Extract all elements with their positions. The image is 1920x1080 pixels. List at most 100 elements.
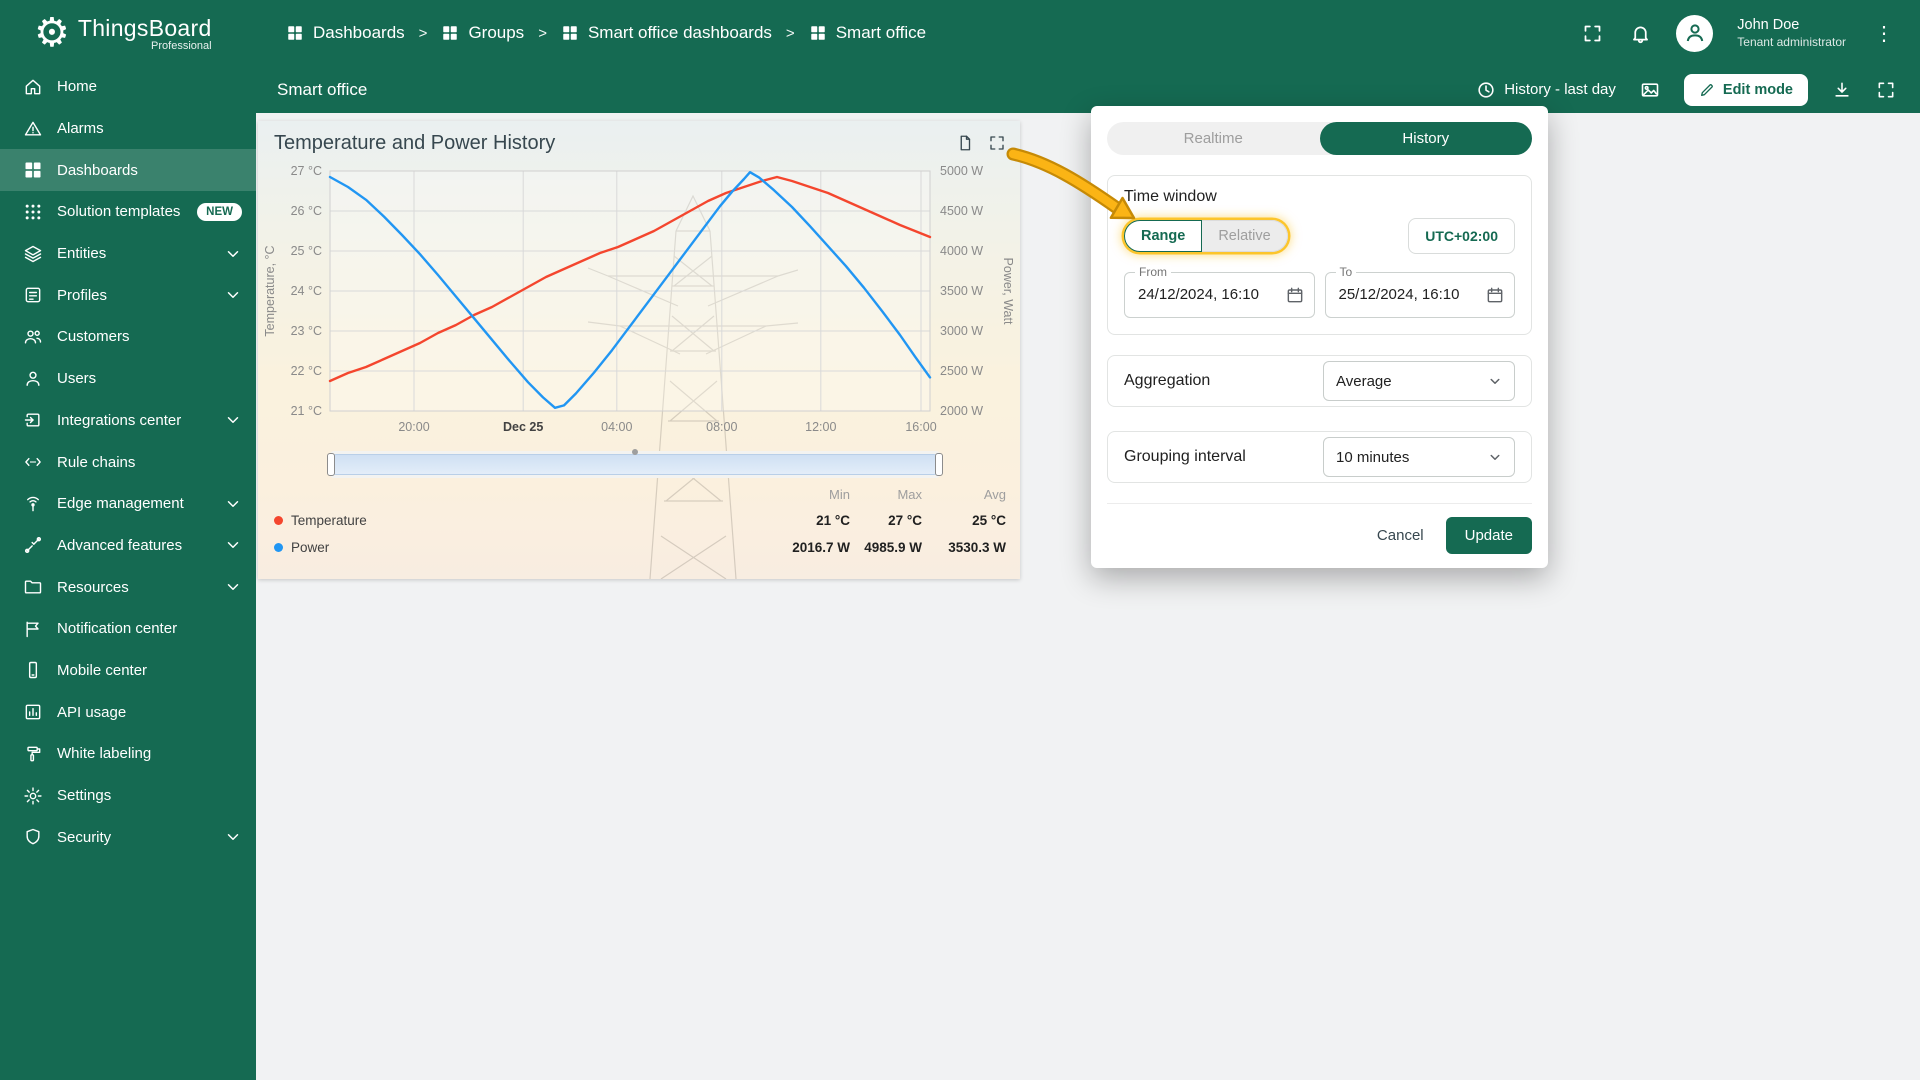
sidebar-item-mobile-center[interactable]: Mobile center: [0, 650, 256, 692]
sidebar-item-rule-chains[interactable]: Rule chains: [0, 441, 256, 483]
tab-history[interactable]: History: [1320, 122, 1533, 155]
svg-text:2500 W: 2500 W: [940, 364, 983, 378]
legend-dot-temperature: [274, 516, 283, 525]
user-info[interactable]: John Doe Tenant administrator: [1737, 16, 1846, 49]
power-avg: 3530.3 W: [922, 540, 1006, 555]
sidebar-item-notification-center[interactable]: Notification center: [0, 608, 256, 650]
from-date-field[interactable]: From 24/12/2024, 16:10: [1124, 272, 1315, 318]
grouping-interval-select[interactable]: 10 minutes: [1323, 437, 1515, 477]
dashboard-grid-icon: [286, 24, 304, 42]
legend-item-temperature[interactable]: Temperature: [274, 513, 758, 528]
sidebar-item-white-labeling[interactable]: White labeling: [0, 733, 256, 775]
folder-icon: [23, 577, 43, 597]
person-icon: [1683, 21, 1707, 45]
to-date-field[interactable]: To 25/12/2024, 16:10: [1325, 272, 1516, 318]
sidebar-item-advanced-features[interactable]: Advanced features: [0, 525, 256, 567]
timewindow-button[interactable]: History - last day: [1476, 80, 1616, 100]
widget-title: Temperature and Power History: [274, 132, 555, 155]
alarm-warning-icon: [23, 119, 43, 139]
phone-icon: [23, 660, 43, 680]
sidebar-item-edge-management[interactable]: Edge management: [0, 483, 256, 525]
chevron-down-icon: [224, 578, 242, 596]
calendar-icon[interactable]: [1485, 285, 1505, 305]
update-button[interactable]: Update: [1446, 517, 1532, 554]
legend-stats: Min Max Avg Temperature 21 °C 27 °C 25 °…: [274, 481, 1006, 561]
user-icon: [23, 369, 43, 389]
slider-selected-range[interactable]: [333, 454, 937, 475]
bar-chart-icon: [23, 702, 43, 722]
popup-footer: Cancel Update: [1107, 503, 1532, 554]
svg-text:3500 W: 3500 W: [940, 284, 983, 298]
aggregation-select[interactable]: Average: [1323, 361, 1515, 401]
grouping-interval-section: Grouping interval 10 minutes: [1107, 431, 1532, 483]
chevron-down-icon: [224, 828, 242, 846]
notifications-bell-icon[interactable]: [1628, 21, 1652, 45]
breadcrumb-item-smart-office-dashboards[interactable]: Smart office dashboards: [561, 23, 772, 43]
chevron-down-icon: [224, 495, 242, 513]
breadcrumb-item-groups[interactable]: Groups: [441, 23, 524, 43]
clock-icon: [1476, 80, 1496, 100]
dashboards-icon: [23, 160, 43, 180]
entities-layers-icon: [23, 244, 43, 264]
image-background-icon[interactable]: [1640, 80, 1660, 100]
svg-text:4500 W: 4500 W: [940, 204, 983, 218]
dashboard-content: Temperature and Power History 27 °C5000 …: [256, 113, 1920, 1080]
sidebar-item-security[interactable]: Security: [0, 816, 256, 858]
sidebar-item-profiles[interactable]: Profiles: [0, 274, 256, 316]
sidebar-item-resources[interactable]: Resources: [0, 566, 256, 608]
sidebar-item-alarms[interactable]: Alarms: [0, 108, 256, 150]
relative-toggle[interactable]: Relative: [1202, 220, 1287, 252]
avatar[interactable]: [1676, 15, 1713, 52]
fullscreen-icon[interactable]: [1876, 80, 1896, 100]
sidebar-item-api-usage[interactable]: API usage: [0, 691, 256, 733]
sidebar-item-users[interactable]: Users: [0, 358, 256, 400]
time-window-heading: Time window: [1124, 188, 1515, 206]
edit-mode-button[interactable]: Edit mode: [1684, 74, 1808, 106]
sidebar-item-customers[interactable]: Customers: [0, 316, 256, 358]
fullscreen-icon[interactable]: [1580, 21, 1604, 45]
svg-text:21 °C: 21 °C: [291, 404, 322, 418]
sidebar-item-integrations-center[interactable]: Integrations center: [0, 400, 256, 442]
legend-item-power[interactable]: Power: [274, 540, 758, 555]
widget-fullscreen-icon[interactable]: [988, 134, 1006, 152]
breadcrumb-item-dashboards[interactable]: Dashboards: [286, 23, 405, 43]
sidebar-item-dashboards[interactable]: Dashboards: [0, 149, 256, 191]
flag-icon: [23, 619, 43, 639]
logo[interactable]: ⚙ ThingsBoard Professional: [0, 13, 256, 53]
timezone-button[interactable]: UTC+02:00: [1408, 218, 1515, 254]
svg-text:5000 W: 5000 W: [940, 164, 983, 178]
top-bar: ⚙ ThingsBoard Professional Dashboards > …: [0, 0, 1920, 66]
time-range-slider[interactable]: [330, 451, 940, 478]
breadcrumb-item-smart-office[interactable]: Smart office: [809, 23, 926, 43]
logo-title: ThingsBoard: [78, 15, 212, 42]
sidebar-item-home[interactable]: Home: [0, 66, 256, 108]
svg-text:12:00: 12:00: [805, 420, 836, 434]
svg-text:4000 W: 4000 W: [940, 244, 983, 258]
chevron-down-icon: [224, 536, 242, 554]
user-name: John Doe: [1737, 16, 1846, 34]
sidebar-item-settings[interactable]: Settings: [0, 775, 256, 817]
svg-text:25 °C: 25 °C: [291, 244, 322, 258]
sidebar-item-solution-templates[interactable]: Solution templates NEW: [0, 191, 256, 233]
sidebar-item-entities[interactable]: Entities: [0, 233, 256, 275]
temperature-power-widget: Temperature and Power History 27 °C5000 …: [258, 121, 1020, 579]
apps-grid-icon: [23, 202, 43, 222]
export-file-icon[interactable]: [956, 134, 974, 152]
chevron-down-icon: [224, 245, 242, 263]
slider-grip[interactable]: [632, 449, 638, 455]
svg-text:Dec 25: Dec 25: [503, 420, 543, 434]
slider-handle-right[interactable]: [935, 453, 943, 476]
chevron-down-icon: [1486, 372, 1504, 390]
pencil-icon: [1699, 82, 1715, 98]
page-title: Smart office: [277, 80, 367, 100]
calendar-icon[interactable]: [1285, 285, 1305, 305]
chevron-down-icon: [224, 286, 242, 304]
time-window-section: Time window Range Relative UTC+02:00 Fro…: [1107, 175, 1532, 335]
tab-realtime[interactable]: Realtime: [1107, 122, 1320, 155]
download-icon[interactable]: [1832, 80, 1852, 100]
chevron-down-icon: [224, 411, 242, 429]
slider-handle-left[interactable]: [327, 453, 335, 476]
cancel-button[interactable]: Cancel: [1377, 527, 1424, 544]
more-menu-icon[interactable]: ⋮: [1870, 21, 1898, 46]
range-toggle[interactable]: Range: [1124, 220, 1202, 252]
